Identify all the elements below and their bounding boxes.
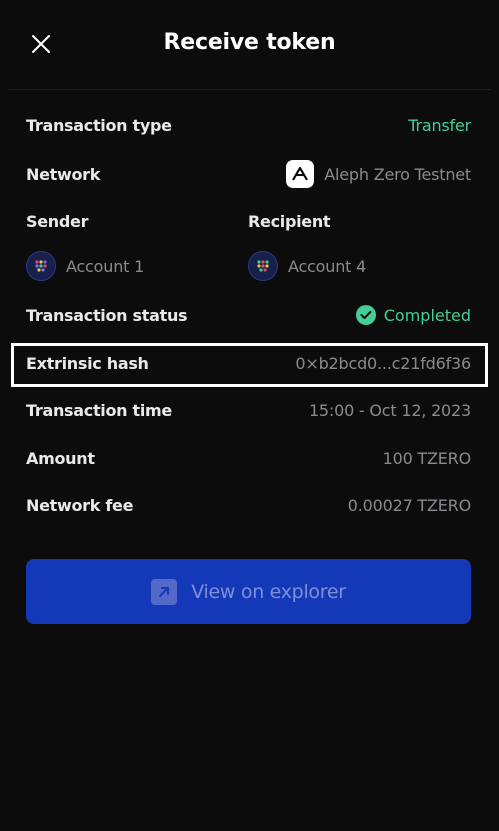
view-on-explorer-button[interactable]: View on explorer [26, 559, 471, 624]
recipient-account: Account 4 [248, 251, 366, 281]
avatar [248, 251, 278, 281]
sender-account: Account 1 [26, 251, 144, 281]
amount-value: 100 TZERO [382, 448, 472, 468]
network-value: Aleph Zero Testnet [324, 164, 471, 184]
check-circle-icon [355, 305, 376, 325]
extrinsic-hash-label: Extrinsic hash [26, 353, 149, 373]
transaction-status-label: Transaction status [26, 305, 188, 325]
network-row: Network Aleph Zero Testnet [26, 159, 471, 189]
sender-account-name: Account 1 [66, 256, 145, 276]
transaction-status-value: Completed [383, 305, 471, 325]
sender-label: Sender [26, 212, 89, 231]
amount-label: Amount [26, 448, 95, 468]
network-fee-row: Network fee 0.00027 TZERO [26, 490, 471, 520]
header-divider [8, 89, 491, 90]
recipient-label: Recipient [248, 212, 331, 231]
external-link-icon [151, 578, 178, 605]
transaction-type-row: Transaction type Transfer [26, 110, 471, 140]
view-on-explorer-label: View on explorer [191, 580, 346, 603]
transaction-type-value: Transfer [408, 115, 471, 135]
recipient-account-name: Account 4 [288, 256, 367, 276]
transaction-time-label: Transaction time [26, 400, 172, 420]
page-title: Receive token [163, 30, 336, 55]
transaction-type-label: Transaction type [26, 115, 172, 135]
amount-row: Amount 100 TZERO [26, 443, 471, 473]
network-fee-value: 0.00027 TZERO [347, 495, 471, 515]
transaction-status-row: Transaction status Completed [26, 300, 471, 330]
header: Receive token [0, 0, 499, 90]
transaction-time-value: 15:00 - Oct 12, 2023 [308, 400, 471, 420]
transaction-time-row: Transaction time 15:00 - Oct 12, 2023 [26, 395, 471, 425]
aleph-zero-logo-icon [286, 160, 315, 188]
avatar [26, 251, 56, 281]
extrinsic-hash-value[interactable]: 0×b2bcd0...c21fd6f36 [295, 354, 471, 373]
status-badge: Completed [355, 305, 471, 325]
network-fee-label: Network fee [26, 495, 134, 515]
extrinsic-hash-row[interactable]: Extrinsic hash 0×b2bcd0...c21fd6f36 [26, 348, 471, 378]
network-label: Network [26, 164, 101, 184]
network-info: Aleph Zero Testnet [286, 160, 471, 188]
